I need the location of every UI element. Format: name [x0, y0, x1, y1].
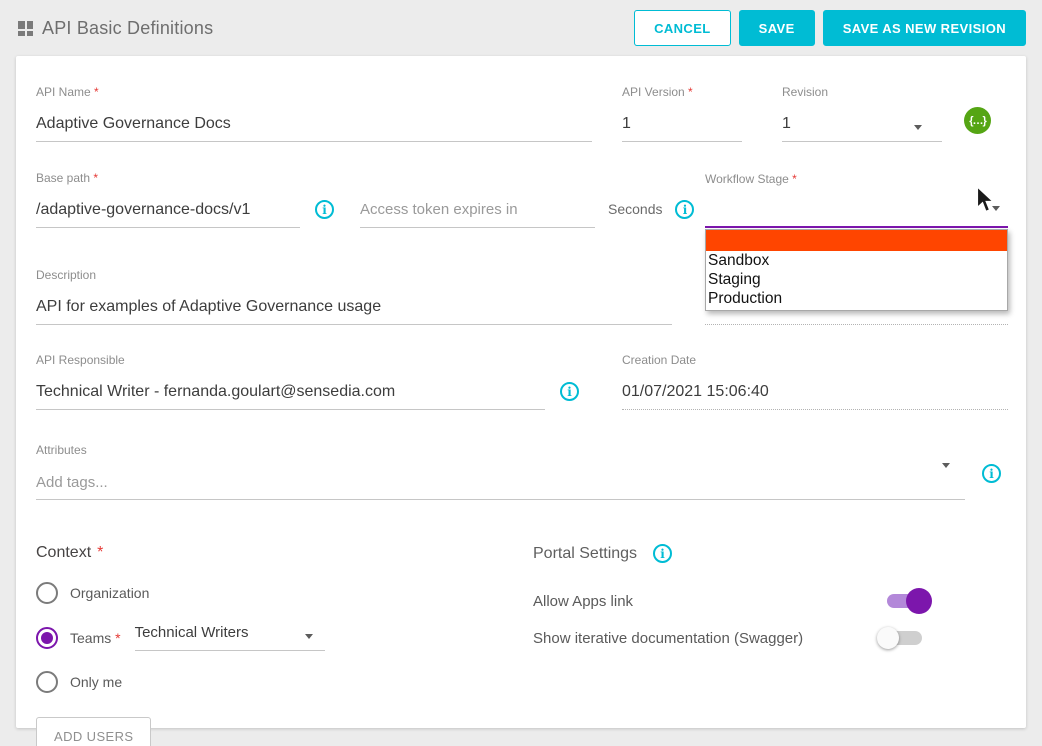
api-basic-definitions-card: API Name * Adaptive Governance Docs API …: [16, 56, 1026, 728]
creation-date-field: Creation Date 01/07/2021 15:06:40: [622, 353, 1008, 410]
radio-organization[interactable]: [36, 582, 58, 604]
required-asterisk: *: [93, 171, 98, 185]
radio-only-me-label: Only me: [70, 674, 122, 690]
workflow-stage-dropdown-list: Sandbox Staging Production: [705, 229, 1008, 311]
api-name-label: API Name: [36, 85, 91, 99]
description-field[interactable]: Description API for examples of Adaptive…: [36, 268, 672, 325]
chevron-down-icon[interactable]: [942, 463, 950, 468]
workflow-stage-label: Workflow Stage: [705, 172, 789, 186]
portal-settings-title: Portal Settings: [533, 545, 637, 563]
api-name-field[interactable]: API Name * Adaptive Governance Docs: [36, 85, 592, 142]
portal-settings-info-icon[interactable]: i: [653, 544, 672, 563]
description-value[interactable]: API for examples of Adaptive Governance …: [36, 290, 672, 325]
attributes-field[interactable]: Attributes Add tags...: [36, 443, 965, 500]
radio-only-me[interactable]: [36, 671, 58, 693]
required-asterisk: *: [792, 172, 797, 186]
context-title: Context: [36, 544, 91, 562]
revision-label: Revision: [782, 85, 942, 99]
context-section: Context* Organization Teams * Technical …: [36, 544, 533, 746]
chevron-down-icon[interactable]: [914, 125, 922, 130]
dropdown-option-production[interactable]: Production: [706, 289, 1007, 308]
api-responsible-info-icon[interactable]: i: [560, 382, 579, 401]
show-swagger-label: Show iterative documentation (Swagger): [533, 630, 803, 647]
portal-settings-section: Portal Settings i Allow Apps link Show i…: [533, 544, 1008, 746]
radio-organization-label: Organization: [70, 585, 149, 601]
api-name-value[interactable]: Adaptive Governance Docs: [36, 107, 592, 142]
creation-date-value: 01/07/2021 15:06:40: [622, 375, 1008, 410]
grid-icon: [18, 21, 33, 36]
attributes-label: Attributes: [36, 443, 965, 457]
cancel-button[interactable]: CANCEL: [634, 10, 731, 46]
creation-date-label: Creation Date: [622, 353, 1008, 367]
allow-apps-link-toggle[interactable]: [877, 589, 932, 613]
attributes-info-icon[interactable]: i: [982, 464, 1001, 483]
save-as-new-revision-button[interactable]: SAVE AS NEW REVISION: [823, 10, 1026, 46]
base-path-label: Base path: [36, 171, 90, 185]
teams-select-value[interactable]: Technical Writers: [135, 624, 325, 651]
description-label: Description: [36, 268, 672, 282]
api-version-label: API Version: [622, 85, 685, 99]
api-version-value[interactable]: 1: [622, 107, 742, 142]
add-users-button[interactable]: ADD USERS: [36, 717, 151, 746]
page-title: API Basic Definitions: [42, 18, 213, 39]
radio-teams[interactable]: [36, 627, 58, 649]
required-asterisk: *: [688, 85, 693, 99]
top-bar: API Basic Definitions CANCEL SAVE SAVE A…: [0, 0, 1042, 56]
revision-select[interactable]: Revision 1: [782, 85, 942, 142]
dropdown-option-staging[interactable]: Staging: [706, 270, 1007, 289]
access-token-input[interactable]: [360, 193, 595, 228]
api-responsible-label: API Responsible: [36, 353, 545, 367]
base-path-field[interactable]: Base path * /adaptive-governance-docs/v1: [36, 171, 300, 228]
api-version-field[interactable]: API Version * 1: [622, 85, 742, 142]
workflow-stage-value[interactable]: [705, 194, 1008, 228]
access-token-field[interactable]: [360, 193, 595, 228]
dropdown-option-sandbox[interactable]: Sandbox: [706, 251, 1007, 270]
workflow-stage-select[interactable]: Workflow Stage * Sandbox Staging Product…: [705, 172, 1008, 228]
allow-apps-link-row: Allow Apps link: [533, 589, 932, 613]
access-token-info-icon[interactable]: i: [675, 200, 694, 219]
api-contract-icon[interactable]: {…}: [964, 107, 991, 134]
dropdown-option-empty[interactable]: [706, 230, 1007, 251]
radio-teams-label: Teams: [70, 630, 111, 646]
seconds-label: Seconds: [608, 201, 662, 217]
chevron-down-icon[interactable]: [305, 634, 313, 639]
context-option-teams[interactable]: Teams * Technical Writers: [36, 624, 533, 651]
allow-apps-link-label: Allow Apps link: [533, 593, 633, 610]
base-path-info-icon[interactable]: i: [315, 200, 334, 219]
chevron-down-icon[interactable]: [992, 206, 1000, 211]
context-option-organization[interactable]: Organization: [36, 581, 533, 605]
required-asterisk: *: [94, 85, 99, 99]
save-button[interactable]: SAVE: [739, 10, 815, 46]
api-responsible-value[interactable]: Technical Writer - fernanda.goulart@sens…: [36, 375, 545, 410]
context-option-only-me[interactable]: Only me: [36, 670, 533, 694]
show-swagger-row: Show iterative documentation (Swagger): [533, 626, 932, 650]
show-swagger-toggle[interactable]: [877, 626, 932, 650]
attributes-placeholder[interactable]: Add tags...: [36, 465, 965, 500]
teams-select[interactable]: Technical Writers: [135, 624, 325, 651]
api-responsible-field[interactable]: API Responsible Technical Writer - ferna…: [36, 353, 545, 410]
base-path-value[interactable]: /adaptive-governance-docs/v1: [36, 193, 300, 228]
